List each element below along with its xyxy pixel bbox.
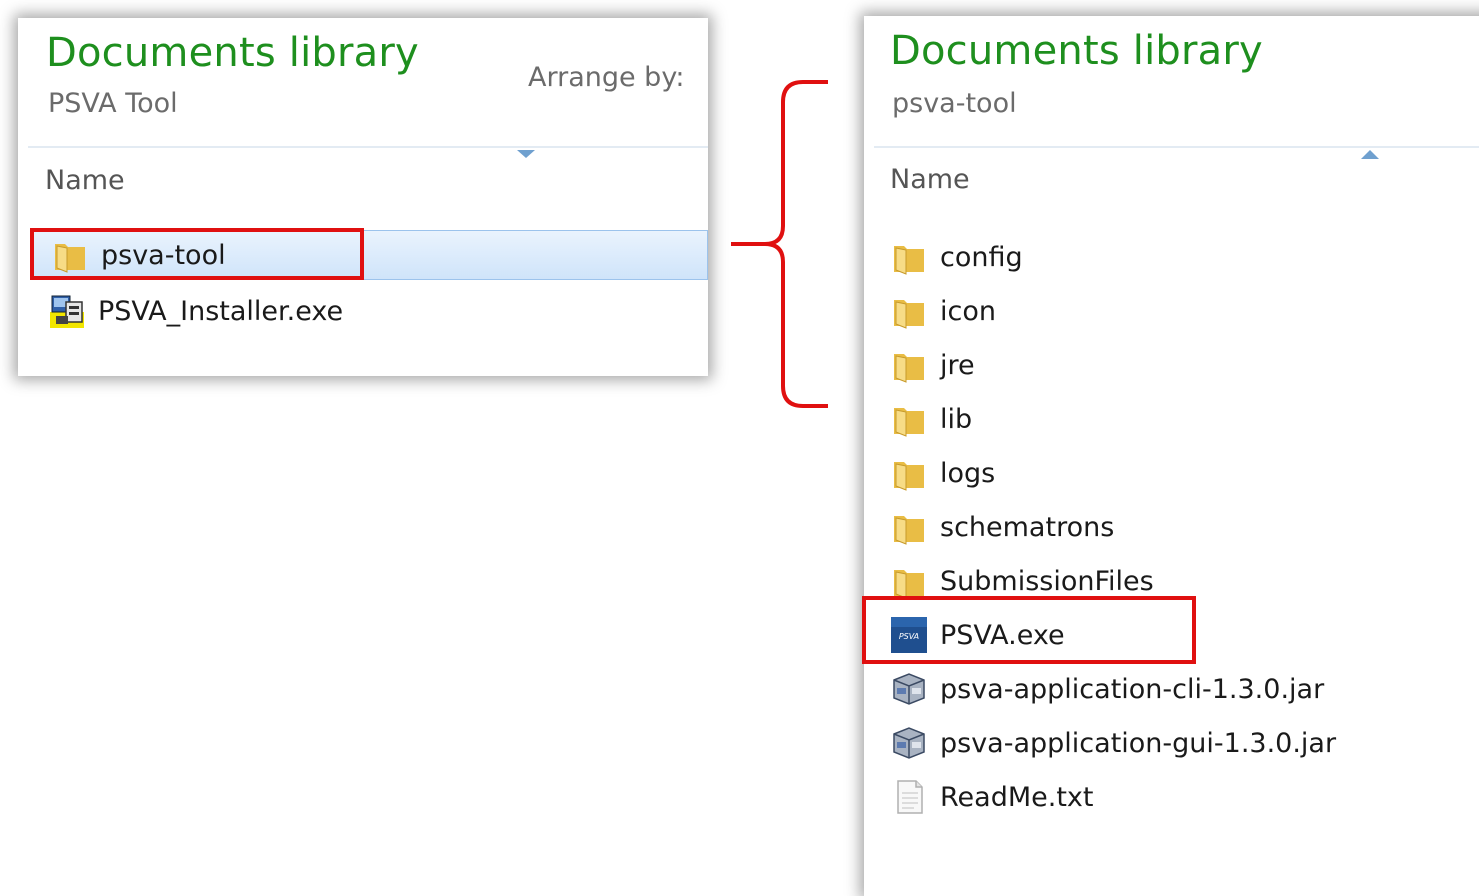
installer-icon: [50, 295, 84, 328]
header-separator: [28, 146, 708, 148]
file-name: ReadMe.txt: [940, 781, 1094, 813]
file-name: psva-application-cli-1.3.0.jar: [940, 673, 1325, 705]
file-row-submissionfiles[interactable]: SubmissionFiles: [890, 556, 1450, 606]
sort-ascending-icon[interactable]: [1360, 148, 1380, 160]
file-row-psva-tool[interactable]: psva-tool: [32, 230, 708, 280]
sort-descending-icon[interactable]: [516, 149, 536, 159]
jar-file-icon: [893, 727, 925, 759]
folder-icon: [894, 354, 924, 383]
file-name: config: [940, 241, 1023, 273]
folder-icon: [894, 300, 924, 329]
file-row-psva-exe[interactable]: PSVA PSVA.exe: [890, 610, 1450, 660]
file-row-jre[interactable]: jre: [890, 340, 1450, 390]
file-name: PSVA_Installer.exe: [98, 295, 344, 327]
file-name: psva-application-gui-1.3.0.jar: [940, 727, 1337, 759]
library-subtitle: psva-tool: [892, 88, 1017, 119]
library-title: Documents library: [890, 28, 1263, 74]
file-name: icon: [940, 295, 996, 327]
file-name: SubmissionFiles: [940, 565, 1154, 597]
file-row-cli-jar[interactable]: psva-application-cli-1.3.0.jar: [890, 664, 1450, 714]
header-separator: [874, 146, 1479, 148]
explorer-window-left: Documents library PSVA Tool Arrange by: …: [18, 18, 708, 376]
file-name: logs: [940, 457, 996, 489]
column-header-name[interactable]: Name: [45, 165, 125, 196]
psva-app-icon-text: PSVA: [899, 632, 919, 641]
psva-app-icon: PSVA: [891, 617, 927, 653]
explorer-window-right: Documents library psva-tool Name config …: [864, 16, 1479, 896]
file-name: psva-tool: [101, 239, 226, 271]
text-file-icon: [897, 780, 923, 814]
file-row-schematrons[interactable]: schematrons: [890, 502, 1450, 552]
file-name: schematrons: [940, 511, 1115, 543]
arrange-by-dropdown[interactable]: Arrange by:: [528, 62, 684, 93]
folder-icon: [894, 246, 924, 275]
file-name: jre: [940, 349, 975, 381]
file-name: PSVA.exe: [940, 619, 1065, 651]
file-row-psva-installer[interactable]: PSVA_Installer.exe: [32, 286, 708, 336]
brace-connector: [731, 80, 828, 408]
file-row-readme[interactable]: ReadMe.txt: [890, 772, 1450, 822]
file-row-logs[interactable]: logs: [890, 448, 1450, 498]
file-name: lib: [940, 403, 973, 435]
folder-icon: [55, 244, 85, 273]
jar-file-icon: [893, 673, 925, 705]
file-row-gui-jar[interactable]: psva-application-gui-1.3.0.jar: [890, 718, 1450, 768]
file-row-lib[interactable]: lib: [890, 394, 1450, 444]
library-subtitle: PSVA Tool: [48, 88, 178, 119]
column-header-name[interactable]: Name: [890, 164, 970, 195]
library-title: Documents library: [46, 30, 419, 76]
folder-icon: [894, 408, 924, 437]
folder-icon: [894, 462, 924, 491]
file-row-config[interactable]: config: [890, 232, 1450, 282]
file-row-icon[interactable]: icon: [890, 286, 1450, 336]
folder-icon: [894, 516, 924, 545]
folder-icon: [894, 570, 924, 599]
